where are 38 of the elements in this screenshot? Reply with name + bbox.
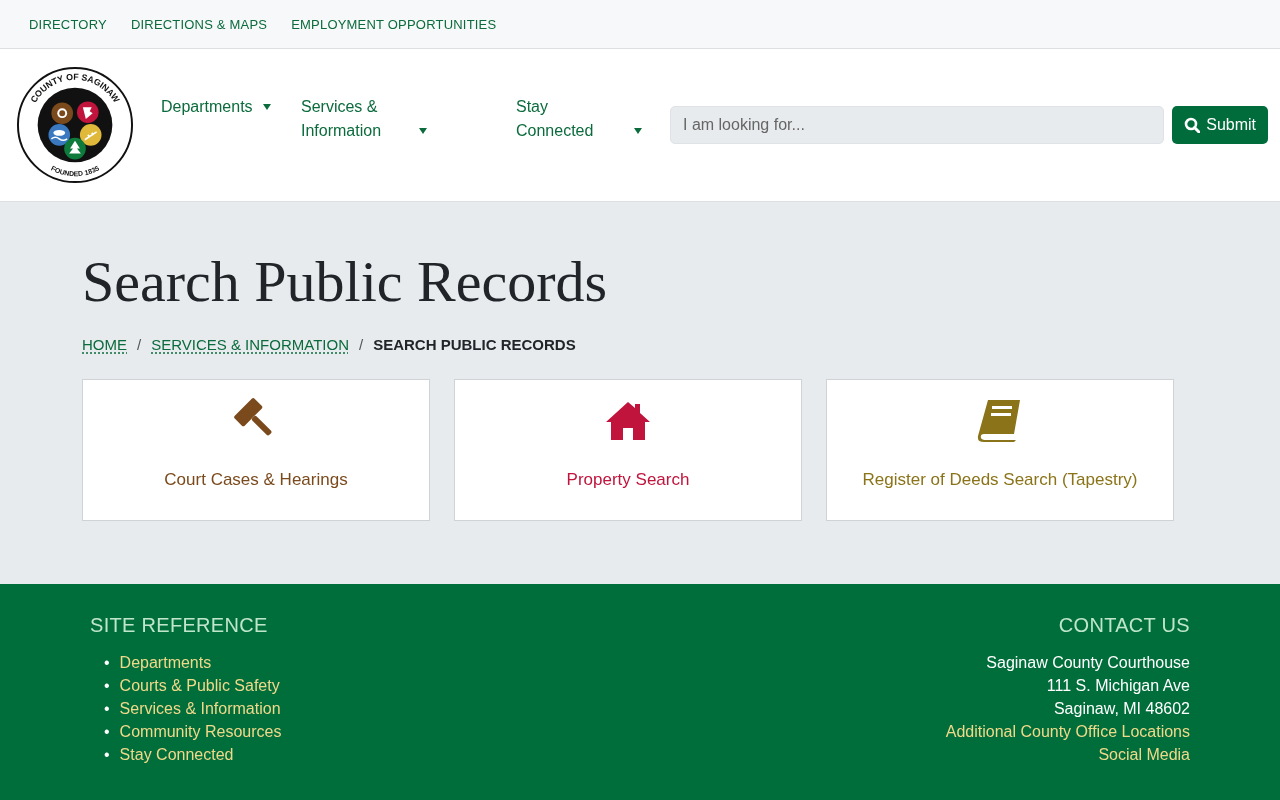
footer-link[interactable]: Departments [119,651,212,674]
footer-link[interactable]: Social Media [945,743,1190,766]
breadcrumb-link[interactable]: HOME [82,336,127,353]
footer-link[interactable]: Additional County Office Locations [945,720,1190,743]
top-link[interactable]: DIRECTORY [26,14,110,34]
bullet: • [104,745,110,765]
bullet: • [104,699,110,719]
breadcrumb-link[interactable]: SERVICES & INFORMATION [151,336,349,353]
breadcrumb-current: SEARCH PUBLIC RECORDS [373,336,576,353]
footer-heading: CONTACT US [1057,614,1190,637]
address-line: Saginaw County Courthouse [985,653,1190,673]
record-search-card[interactable]: Property Search [454,379,802,521]
breadcrumb-separator: / [359,336,364,353]
footer-link[interactable]: Services & Information [119,697,281,720]
address-line: 111 S. Michigan Ave [1045,676,1190,696]
search-icon [1184,117,1201,133]
nav-menu-item[interactable]: Services & Information [301,95,516,147]
caret-icon [262,104,271,110]
submit-button[interactable]: Submit [1172,106,1268,144]
page-title: Search Public Records [82,248,609,314]
caret-icon [634,128,642,134]
search-field[interactable]: I am looking for... [670,106,1165,144]
nav-menu-item[interactable]: Departments [161,95,301,123]
breadcrumb-separator: / [137,336,142,353]
bullet: • [104,653,110,673]
address-line: Saginaw, MI 48602 [1052,699,1190,719]
record-search-card[interactable]: Register of Deeds Search (Tapestry) [826,379,1174,521]
bullet: • [104,722,110,742]
nav-menu-item[interactable]: Stay Connected [516,95,666,147]
footer-heading: SITE REFERENCE [90,614,269,637]
footer-link[interactable]: Stay Connected [119,743,234,766]
footer-link[interactable]: Community Resources [119,720,282,743]
record-search-card[interactable]: Court Cases & Hearings [82,379,430,521]
caret-icon [419,128,427,134]
top-link[interactable]: DIRECTIONS & MAPS [127,14,271,34]
bullet: • [104,676,110,696]
footer-link[interactable]: Courts & Public Safety [119,674,280,697]
top-link[interactable]: EMPLOYMENT OPPORTUNITIES [288,14,500,34]
